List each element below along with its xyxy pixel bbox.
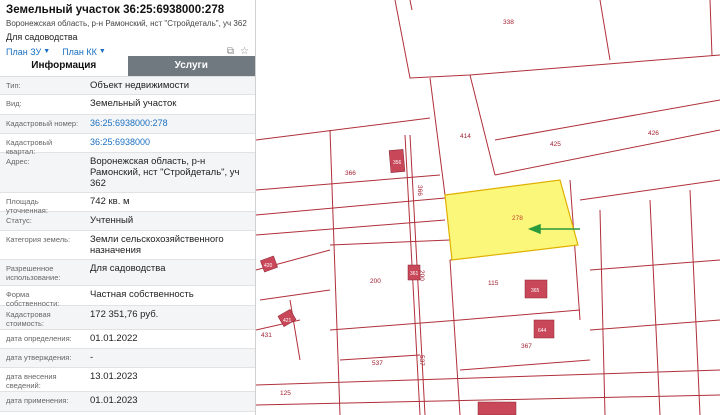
map-label: 425	[550, 141, 561, 148]
chevron-down-icon: ▼	[43, 48, 51, 55]
row-value: 01.01.2023	[90, 395, 138, 406]
tab-services[interactable]: Услуги	[127, 56, 255, 76]
row-key: дата внесения сведений:	[6, 372, 57, 390]
row-key: Категория земель:	[6, 235, 71, 244]
table-row: Кадастровая стоимость: 172 351,76 руб.	[0, 306, 255, 330]
building-label: 361	[410, 271, 419, 277]
header-use: Для садоводства	[6, 32, 78, 42]
row-value: Частная собственность	[90, 289, 194, 300]
row-key: дата утверждения:	[6, 353, 72, 362]
building-label: 365	[531, 288, 540, 294]
row-value: Объект недвижимости	[90, 80, 190, 91]
table-row: Площадь уточненная: 742 кв. м	[0, 193, 255, 215]
table-row: Кадастровый номер: 36:25:6938000:278	[0, 115, 255, 134]
table-row: Тип: Объект недвижимости	[0, 77, 255, 95]
info-panel: Земельный участок 36:25:6938000:278 Воро…	[0, 0, 256, 415]
row-value: 742 кв. м	[90, 196, 130, 207]
table-row: дата применения: 01.01.2023	[0, 392, 255, 412]
page-title: Земельный участок 36:25:6938000:278	[6, 4, 225, 16]
table-row: Статус: Учтенный	[0, 212, 255, 231]
row-key: дата применения:	[6, 396, 69, 405]
map-label: 278	[512, 215, 523, 222]
row-key: Адрес:	[6, 157, 30, 166]
building-label: 421	[283, 318, 292, 324]
table-row: дата утверждения: -	[0, 349, 255, 368]
building-label: 356	[393, 160, 402, 166]
map-label: 367	[521, 343, 532, 350]
row-key: Кадастровая стоимость:	[6, 310, 51, 328]
cadastral-number-link[interactable]: 36:25:6938000:278	[84, 115, 255, 131]
row-value: Учтенный	[90, 215, 134, 226]
map-label: 125	[280, 390, 291, 397]
map-label: 537	[372, 360, 383, 367]
map-label: 537	[418, 355, 425, 366]
row-value: 01.01.2022	[90, 333, 138, 344]
panel-header: Земельный участок 36:25:6938000:278 Воро…	[0, 0, 255, 57]
map-label: 115	[488, 280, 499, 287]
header-address: Воронежская область, р-н Рамонский, нст …	[6, 19, 247, 28]
map-label: 431	[261, 332, 272, 339]
plan-zu-label: План ЗУ	[6, 46, 42, 57]
map-label: 426	[648, 130, 659, 137]
table-row: Категория земель: Земли сельскохозяйстве…	[0, 231, 255, 260]
map-label: 200	[418, 270, 425, 281]
row-value: Земли сельскохозяйственного назначения	[90, 234, 224, 256]
row-key: Кадастровый номер:	[6, 119, 79, 128]
row-key: Тип:	[6, 81, 21, 90]
row-key: Вид:	[6, 99, 22, 108]
chevron-down-icon: ▼	[98, 48, 106, 55]
plan-kk-label: План КК	[62, 46, 97, 57]
table-row: Форма собственности: Частная собственнос…	[0, 286, 255, 308]
map-label: 414	[460, 133, 471, 140]
tab-bar: Информация Услуги	[0, 56, 255, 76]
table-row: Разрешенное использование: Для садоводст…	[0, 260, 255, 286]
building-label: 644	[538, 328, 547, 334]
table-row: Вид: Земельный участок	[0, 95, 255, 115]
plan-zu-link[interactable]: План ЗУ ▼	[6, 47, 50, 57]
table-row: Адрес: Воронежская область, р-н Рамонски…	[0, 153, 255, 193]
table-row: Кадастровый квартал: 36:25:6938000	[0, 134, 255, 156]
map-label: 338	[503, 19, 514, 26]
table-row: дата внесения сведений: 13.01.2023	[0, 368, 255, 392]
row-value: Воронежская область, р-н Рамонский, нст …	[90, 156, 240, 189]
building-label: 420	[264, 263, 273, 269]
row-key: Разрешенное использование:	[6, 264, 61, 282]
tab-information[interactable]: Информация	[0, 56, 128, 76]
row-key: Статус:	[6, 216, 32, 225]
table-row: дата определения: 01.01.2022	[0, 330, 255, 349]
row-value: 172 351,76 руб.	[90, 309, 159, 320]
map-label: 200	[370, 278, 381, 285]
map-label: 366	[416, 185, 423, 196]
row-value: Земельный участок	[90, 98, 177, 109]
row-key: дата определения:	[6, 334, 72, 343]
info-table: Тип: Объект недвижимости Вид: Земельный …	[0, 76, 255, 412]
cadastral-quarter-link[interactable]: 36:25:6938000	[84, 134, 255, 150]
row-value: 13.01.2023	[90, 371, 138, 382]
row-value: -	[90, 352, 94, 363]
map-label: 366	[345, 170, 356, 177]
plan-kk-link[interactable]: План КК ▼	[62, 47, 106, 57]
row-value: Для садоводства	[90, 263, 166, 274]
